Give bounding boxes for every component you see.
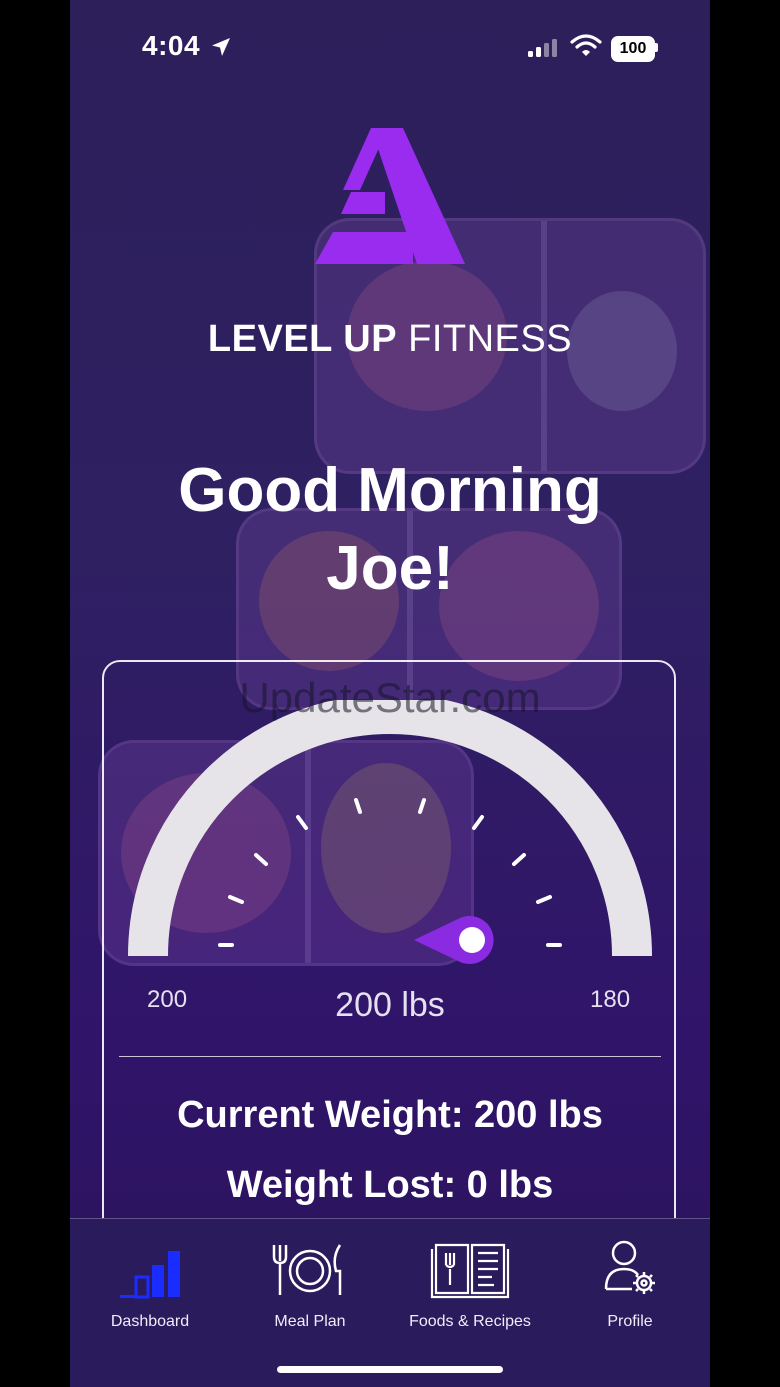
- tab-dashboard[interactable]: Dashboard: [70, 1219, 230, 1339]
- tab-profile-label: Profile: [607, 1313, 653, 1330]
- gauge-needle-marker: [414, 916, 494, 964]
- user-settings-icon: [604, 1240, 655, 1294]
- status-time: 4:04: [142, 30, 201, 61]
- tab-meal-plan-label: Meal Plan: [274, 1313, 346, 1330]
- wifi-icon: [570, 34, 602, 56]
- greeting-line-2: Joe!: [326, 534, 454, 603]
- status-bar: 4:04 100: [70, 0, 710, 96]
- gauge-ticks: [218, 798, 562, 947]
- weight-lost-text: Weight Lost: 0 lbs: [226, 1164, 554, 1206]
- weight-gauge: [128, 700, 652, 964]
- brand-name: LEVEL UP FITNESS: [70, 318, 710, 361]
- cellular-signal-icon: [528, 39, 557, 57]
- plate-utensils-icon: [272, 1244, 342, 1295]
- bottom-tab-bar: Dashboard Meal Plan Foods & Recipes Prof…: [70, 1218, 710, 1387]
- watermark-text: UpdateStar.com: [239, 674, 541, 721]
- battery-indicator: 100: [611, 36, 655, 62]
- greeting-heading: Good Morning Joe!: [70, 452, 710, 608]
- app-screen: 4:04 100 LEVEL UP FITNESS Good Morning J…: [70, 0, 710, 1387]
- tab-meal-plan[interactable]: Meal Plan: [230, 1219, 390, 1339]
- tab-profile[interactable]: Profile: [550, 1219, 710, 1339]
- greeting-line-1: Good Morning: [178, 456, 602, 525]
- home-indicator[interactable]: [277, 1366, 503, 1373]
- current-weight-text: Current Weight: 200 lbs: [177, 1094, 603, 1136]
- location-arrow-icon: [212, 38, 230, 56]
- tab-foods-recipes-label: Foods & Recipes: [409, 1313, 531, 1330]
- card-divider: [119, 1056, 661, 1057]
- brand-light-text: FITNESS: [408, 318, 573, 360]
- battery-cap: [655, 43, 658, 52]
- brand-bold-text: LEVEL UP: [207, 318, 398, 360]
- tab-dashboard-label: Dashboard: [110, 1313, 190, 1330]
- recipe-book-icon: [430, 1243, 510, 1299]
- gauge-goal-label: 180: [590, 986, 631, 1013]
- gauge-track: [128, 700, 652, 957]
- bar-chart-icon: [120, 1251, 180, 1299]
- level-up-logo: [315, 128, 465, 264]
- tab-foods-recipes[interactable]: Foods & Recipes: [390, 1219, 550, 1339]
